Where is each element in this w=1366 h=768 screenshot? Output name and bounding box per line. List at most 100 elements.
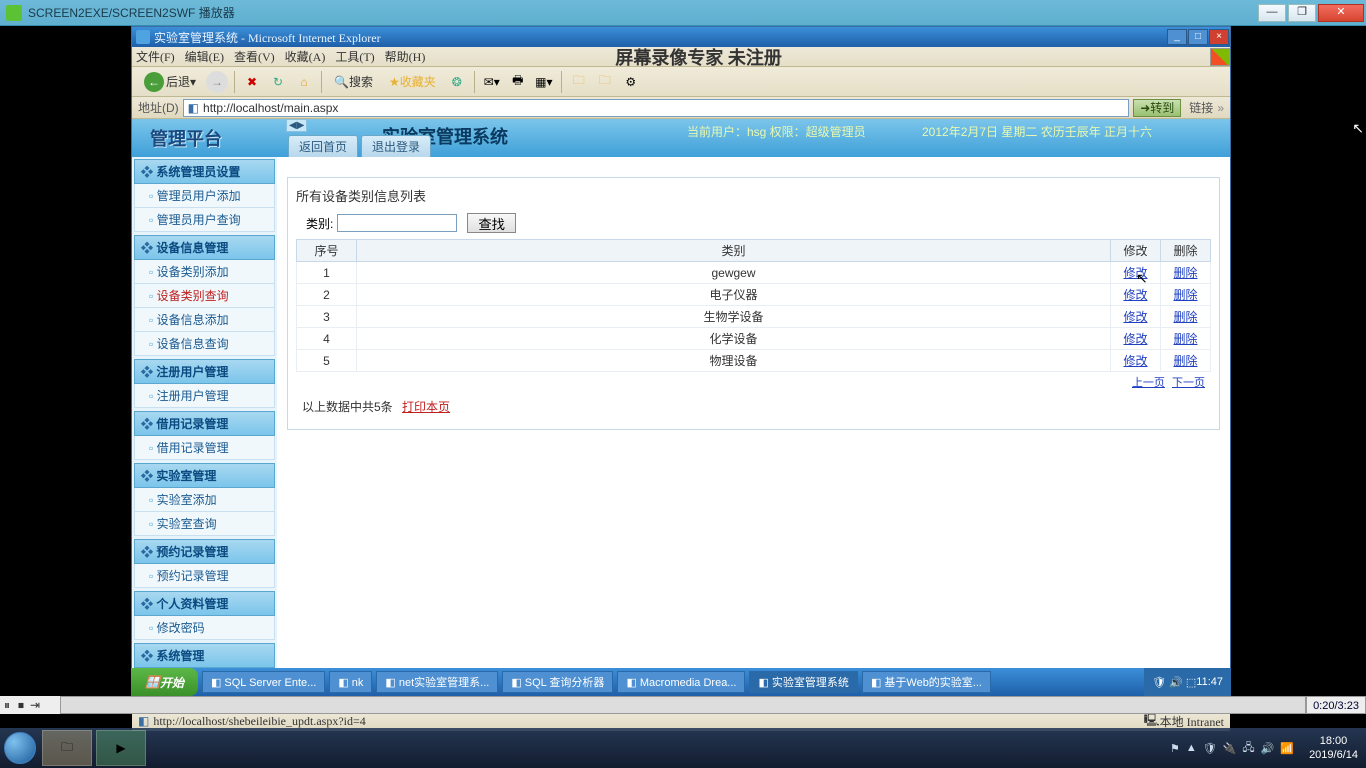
win7-task-explorer[interactable]: 🗀: [42, 730, 92, 766]
search-label: 类别:: [306, 215, 333, 232]
delete-link[interactable]: 删除: [1173, 332, 1197, 346]
menu-view[interactable]: 查看(V): [234, 48, 275, 65]
watermark-text: 屏幕录像专家 未注册: [615, 44, 782, 70]
edit-link[interactable]: 修改: [1123, 266, 1147, 280]
folder-button[interactable]: 🗀: [568, 71, 590, 93]
cell-category: gewgew: [357, 262, 1111, 284]
win7-start-button[interactable]: [0, 728, 40, 768]
win7-task-player[interactable]: ▶: [96, 730, 146, 766]
sidebar-item[interactable]: 预约记录管理: [134, 564, 275, 588]
xp-start-button[interactable]: 🪟 开始: [131, 668, 198, 696]
minimize-button[interactable]: —: [1258, 4, 1286, 22]
win7-clock[interactable]: 18:002019/6/14: [1309, 734, 1358, 762]
menu-file[interactable]: 文件(F): [136, 48, 175, 65]
xp-task-button[interactable]: ◧ net实验室管理系...: [376, 671, 498, 693]
maximize-button[interactable]: ❐: [1288, 4, 1316, 22]
sidebar-item[interactable]: 设备类别查询: [134, 284, 275, 308]
tray-power-icon: 🔌: [1223, 742, 1237, 755]
sidebar-toggle-icon[interactable]: ◀▶: [286, 119, 307, 132]
search-input[interactable]: [337, 214, 457, 232]
sidebar-item[interactable]: 实验室添加: [134, 488, 275, 512]
favorites-button[interactable]: ★ 收藏夹: [383, 71, 442, 93]
table-row: 2电子仪器修改删除: [297, 284, 1211, 306]
tray-signal-icon: 📶: [1280, 742, 1294, 755]
sidebar-item[interactable]: 设备类别添加: [134, 260, 275, 284]
sidebar-group-header[interactable]: 个人资料管理: [134, 591, 275, 616]
xp-task-button[interactable]: ◧ nk: [329, 671, 372, 693]
tab-logout[interactable]: 退出登录: [361, 135, 431, 157]
sidebar-item[interactable]: 设备信息添加: [134, 308, 275, 332]
sidebar-group-header[interactable]: 系统管理员设置: [134, 159, 275, 184]
ie-minimize-button[interactable]: _: [1167, 29, 1187, 45]
menu-favorites[interactable]: 收藏(A): [285, 48, 326, 65]
sidebar-group-header[interactable]: 设备信息管理: [134, 235, 275, 260]
print-button[interactable]: 🖶: [507, 71, 529, 93]
forward-button[interactable]: →: [206, 71, 228, 93]
xp-task-button[interactable]: ◧ Macromedia Drea...: [617, 671, 745, 693]
main-content: 所有设备类别信息列表 类别: 查找 序号 类别 修改: [277, 157, 1230, 695]
back-button[interactable]: ←后退 ▾: [138, 71, 202, 93]
menu-tools[interactable]: 工具(T): [335, 48, 374, 65]
ie-window: 实验室管理系统 - Microsoft Internet Explorer _ …: [131, 26, 1231, 713]
player-controls[interactable]: ⏸⏹⇥: [0, 696, 60, 714]
delete-link[interactable]: 删除: [1173, 354, 1197, 368]
sidebar-item[interactable]: 实验室查询: [134, 512, 275, 536]
sidebar-group-header[interactable]: 借用记录管理: [134, 411, 275, 436]
xp-task-button[interactable]: ◧ SQL Server Ente...: [202, 671, 325, 693]
sidebar-group-header[interactable]: 注册用户管理: [134, 359, 275, 384]
player-timeline[interactable]: [60, 696, 1306, 714]
edit-link[interactable]: 修改: [1123, 354, 1147, 368]
sidebar-group-header[interactable]: 预约记录管理: [134, 539, 275, 564]
xp-system-tray[interactable]: 🛡 🔊 ⬚ 11:47: [1144, 668, 1231, 696]
stop-button[interactable]: ✖: [241, 71, 263, 93]
cell-index: 4: [297, 328, 357, 350]
sidebar-item[interactable]: 修改密码: [134, 616, 275, 640]
table-row: 5物理设备修改删除: [297, 350, 1211, 372]
cell-category: 化学设备: [357, 328, 1111, 350]
home-button[interactable]: ⌂: [293, 71, 315, 93]
delete-link[interactable]: 删除: [1173, 310, 1197, 324]
tab-home[interactable]: 返回首页: [288, 135, 358, 157]
menu-help[interactable]: 帮助(H): [385, 48, 426, 65]
search-button[interactable]: 🔍 搜索: [328, 71, 379, 93]
sidebar-item[interactable]: 管理员用户查询: [134, 208, 275, 232]
tools-button[interactable]: ⚙: [620, 71, 642, 93]
pager-next[interactable]: 下一页: [1172, 377, 1205, 389]
ie-maximize-button[interactable]: □: [1188, 29, 1208, 45]
sidebar-item[interactable]: 设备信息查询: [134, 332, 275, 356]
delete-link[interactable]: 删除: [1173, 266, 1197, 280]
edit-link[interactable]: 修改: [1123, 288, 1147, 302]
search-button[interactable]: 查找: [467, 213, 516, 233]
print-link[interactable]: 打印本页: [402, 400, 450, 414]
ie-close-button[interactable]: ×: [1209, 29, 1229, 45]
xp-task-button[interactable]: ◧ 基于Web的实验室...: [862, 671, 991, 693]
pause-icon: ⏸: [0, 698, 14, 713]
sidebar-item[interactable]: 注册用户管理: [134, 384, 275, 408]
win7-system-tray[interactable]: ⚑ ▲ 🛡 🔌 🖧 🔊 📶 18:002019/6/14: [1167, 734, 1366, 762]
history-button[interactable]: ❂: [446, 71, 468, 93]
edit-link[interactable]: 修改: [1123, 310, 1147, 324]
footer-count: 以上数据中共5条: [302, 400, 393, 414]
cell-category: 物理设备: [357, 350, 1111, 372]
sidebar-group-header[interactable]: 实验室管理: [134, 463, 275, 488]
xp-task-button[interactable]: ◧ 实验室管理系统: [749, 671, 857, 693]
pager: 上一页 下一页: [296, 372, 1211, 392]
menu-edit[interactable]: 编辑(E): [185, 48, 224, 65]
sidebar-item[interactable]: 管理员用户添加: [134, 184, 275, 208]
pager-prev[interactable]: 上一页: [1132, 377, 1165, 389]
close-button[interactable]: ✕: [1318, 4, 1364, 22]
delete-link[interactable]: 删除: [1173, 288, 1197, 302]
edit-link[interactable]: 修改: [1123, 332, 1147, 346]
mail-button[interactable]: ✉▾: [481, 71, 503, 93]
edit-button[interactable]: ▦▾: [533, 71, 555, 93]
col-edit: 修改: [1111, 240, 1161, 262]
go-button[interactable]: ➜ 转到: [1133, 99, 1181, 117]
sidebar-group-header[interactable]: 系统管理: [134, 643, 275, 668]
sidebar-item[interactable]: 借用记录管理: [134, 436, 275, 460]
xp-task-button[interactable]: ◧ SQL 查询分析器: [502, 671, 613, 693]
links-button[interactable]: 链接: [1185, 99, 1217, 116]
app-header: 管理平台 ◀▶ 实验室管理系统 当前用户：hsg 权限：超级管理员 2012年2…: [132, 119, 1230, 157]
address-input[interactable]: ◧http://localhost/main.aspx: [183, 99, 1130, 117]
refresh-button[interactable]: ↻: [267, 71, 289, 93]
folder2-button[interactable]: 🗀: [594, 71, 616, 93]
